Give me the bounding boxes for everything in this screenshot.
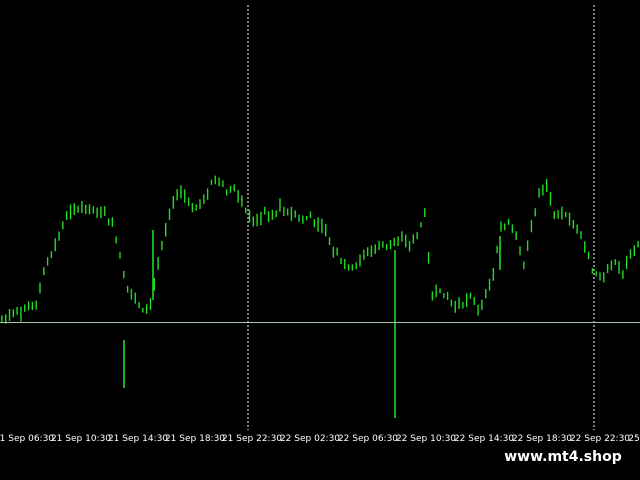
price-level-line[interactable] — [0, 322, 640, 323]
x-tick-label: 22 Sep 14:30 — [453, 434, 515, 444]
x-tick-label: 21 Sep 06:30 — [0, 434, 55, 444]
x-tick-label: 21 Sep 22:30 — [221, 434, 283, 444]
watermark-text: www.mt4.shop — [504, 449, 622, 465]
x-tick-label: 22 Sep 06:30 — [337, 434, 399, 444]
x-tick-label: 22 Sep 22:30 — [569, 434, 631, 444]
x-tick-label: 22 Sep 02:30 — [279, 434, 341, 444]
x-tick-label: 22 Sep 10:30 — [395, 434, 457, 444]
x-tick-label: 21 Sep 10:30 — [50, 434, 112, 444]
x-tick-label: 22 Sep 18:30 — [511, 434, 573, 444]
candlestick-chart-svg — [1, 5, 639, 430]
x-tick-label: 21 Sep 14:30 — [107, 434, 169, 444]
x-tick-label: 21 Sep 18:30 — [164, 434, 226, 444]
x-tick-label: 25 — [628, 434, 640, 444]
watermark-badge: www.mt4.shop — [498, 445, 628, 469]
price-chart[interactable] — [0, 0, 640, 430]
